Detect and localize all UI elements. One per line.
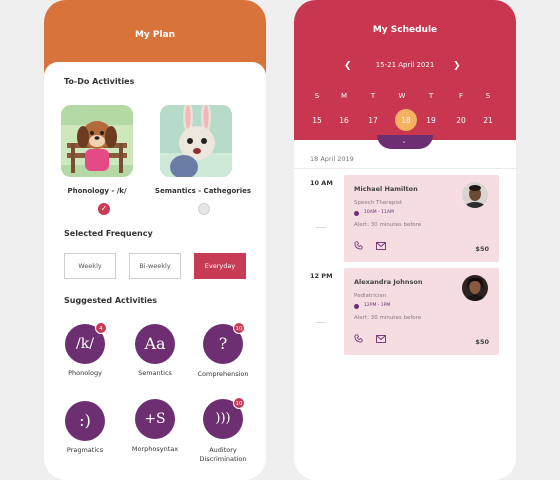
auditory-label: Auditory	[209, 446, 237, 454]
appointment-card[interactable]: Michael Hamilton Speech Therapist 10AM -…	[344, 175, 499, 262]
avatar	[462, 275, 488, 301]
semantics-card[interactable]	[160, 105, 232, 177]
plan-body: To-Do Activities Phonology - /k/ Semanti…	[44, 62, 266, 480]
phonology-label: Phonology	[68, 369, 102, 377]
appointment-slot: 10AM - 11AM	[364, 210, 394, 215]
appointment-card[interactable]: Alexandra Johnson Pediatrician 12PM - 1P…	[344, 268, 499, 355]
todo-label-phonology: Phonology - /k/	[67, 187, 127, 195]
date-range: 15-21 April 2021	[375, 61, 435, 69]
timeline-tick	[316, 322, 326, 323]
morphosyntax-activity-button[interactable]: +S	[135, 399, 175, 439]
todo-title: To-Do Activities	[64, 77, 135, 86]
time-dot-icon	[354, 304, 359, 309]
chevron-down-icon[interactable]: ⌄	[401, 137, 407, 145]
selected-date-label: 18 April 2019	[310, 155, 354, 163]
weekday-fri: F	[458, 92, 464, 100]
weekday-sun: S	[314, 92, 320, 100]
day-18[interactable]: 18	[398, 116, 414, 125]
weekday-tue: T	[370, 92, 376, 100]
weekday-thu: T	[428, 92, 434, 100]
discrimination-label: Discrimination	[199, 455, 247, 463]
suggested-title: Suggested Activities	[64, 296, 158, 305]
appointment-name: Michael Hamilton	[354, 185, 418, 193]
schedule-content: My Schedule ❮ 15-21 April 2021 ❯ S M T W…	[294, 0, 516, 480]
avatar-photo	[462, 275, 488, 301]
frequency-biweekly-button[interactable]: Bi-weekly	[129, 253, 181, 279]
day-21[interactable]: 21	[480, 116, 496, 125]
day-16[interactable]: 16	[336, 116, 352, 125]
puppy-illustration	[61, 105, 133, 177]
frequency-title: Selected Frequency	[64, 229, 153, 238]
pragmatics-activity-button[interactable]: :)	[65, 401, 105, 441]
check-icon[interactable]: ✓	[98, 203, 110, 215]
appointment-name: Alexandra Johnson	[354, 278, 423, 286]
day-17[interactable]: 17	[365, 116, 381, 125]
divider	[294, 168, 516, 169]
mail-icon[interactable]	[376, 335, 386, 343]
mail-icon[interactable]	[376, 242, 386, 250]
weekday-mon: M	[340, 92, 348, 100]
schedule-title: My Schedule	[372, 25, 438, 35]
day-20[interactable]: 20	[453, 116, 469, 125]
plan-title: My Plan	[134, 30, 176, 40]
auditory-badge: 10	[233, 397, 245, 409]
phonology-badge: 4	[95, 322, 107, 334]
day-19[interactable]: 19	[423, 116, 439, 125]
time-10am: 10 AM	[310, 179, 333, 187]
avatar-photo	[462, 182, 488, 208]
phonology-card[interactable]	[61, 105, 133, 177]
semantics-activity-button[interactable]: Aa	[135, 324, 175, 364]
chevron-left-icon[interactable]: ❮	[344, 61, 352, 71]
appointment-price: $50	[475, 338, 489, 346]
phone-icon[interactable]	[354, 241, 363, 250]
phone-icon[interactable]	[354, 334, 363, 343]
frequency-weekly-button[interactable]: Weekly	[64, 253, 116, 279]
appointment-alert: Alert: 30 minutes before	[354, 315, 422, 321]
appointment-slot: 12PM - 1PM	[364, 303, 391, 308]
frequency-everyday-button[interactable]: Everyday	[194, 253, 246, 279]
weekday-sat: S	[485, 92, 491, 100]
time-12pm: 12 PM	[310, 272, 333, 280]
appointment-price: $50	[475, 245, 489, 253]
pragmatics-label: Pragmatics	[66, 446, 104, 454]
unchecked-circle[interactable]	[198, 203, 210, 215]
avatar	[462, 182, 488, 208]
chevron-right-icon[interactable]: ❯	[453, 61, 461, 71]
appointment-role: Pediatrician	[354, 293, 387, 299]
bunny-illustration	[160, 105, 232, 177]
day-15[interactable]: 15	[309, 116, 325, 125]
comprehension-badge: 10	[233, 322, 245, 334]
timeline-tick	[316, 227, 326, 228]
my-plan-screen: My Plan To-Do Activities Phonology - /k/…	[44, 0, 266, 480]
todo-label-semantics: Semantics - Cathegories	[154, 187, 252, 195]
appointment-alert: Alert: 30 minutes before	[354, 222, 422, 228]
appointment-role: Speech Therapist	[354, 200, 402, 206]
comprehension-label: Comprehension	[197, 370, 249, 378]
time-dot-icon	[354, 211, 359, 216]
weekday-wed: W	[398, 92, 406, 100]
